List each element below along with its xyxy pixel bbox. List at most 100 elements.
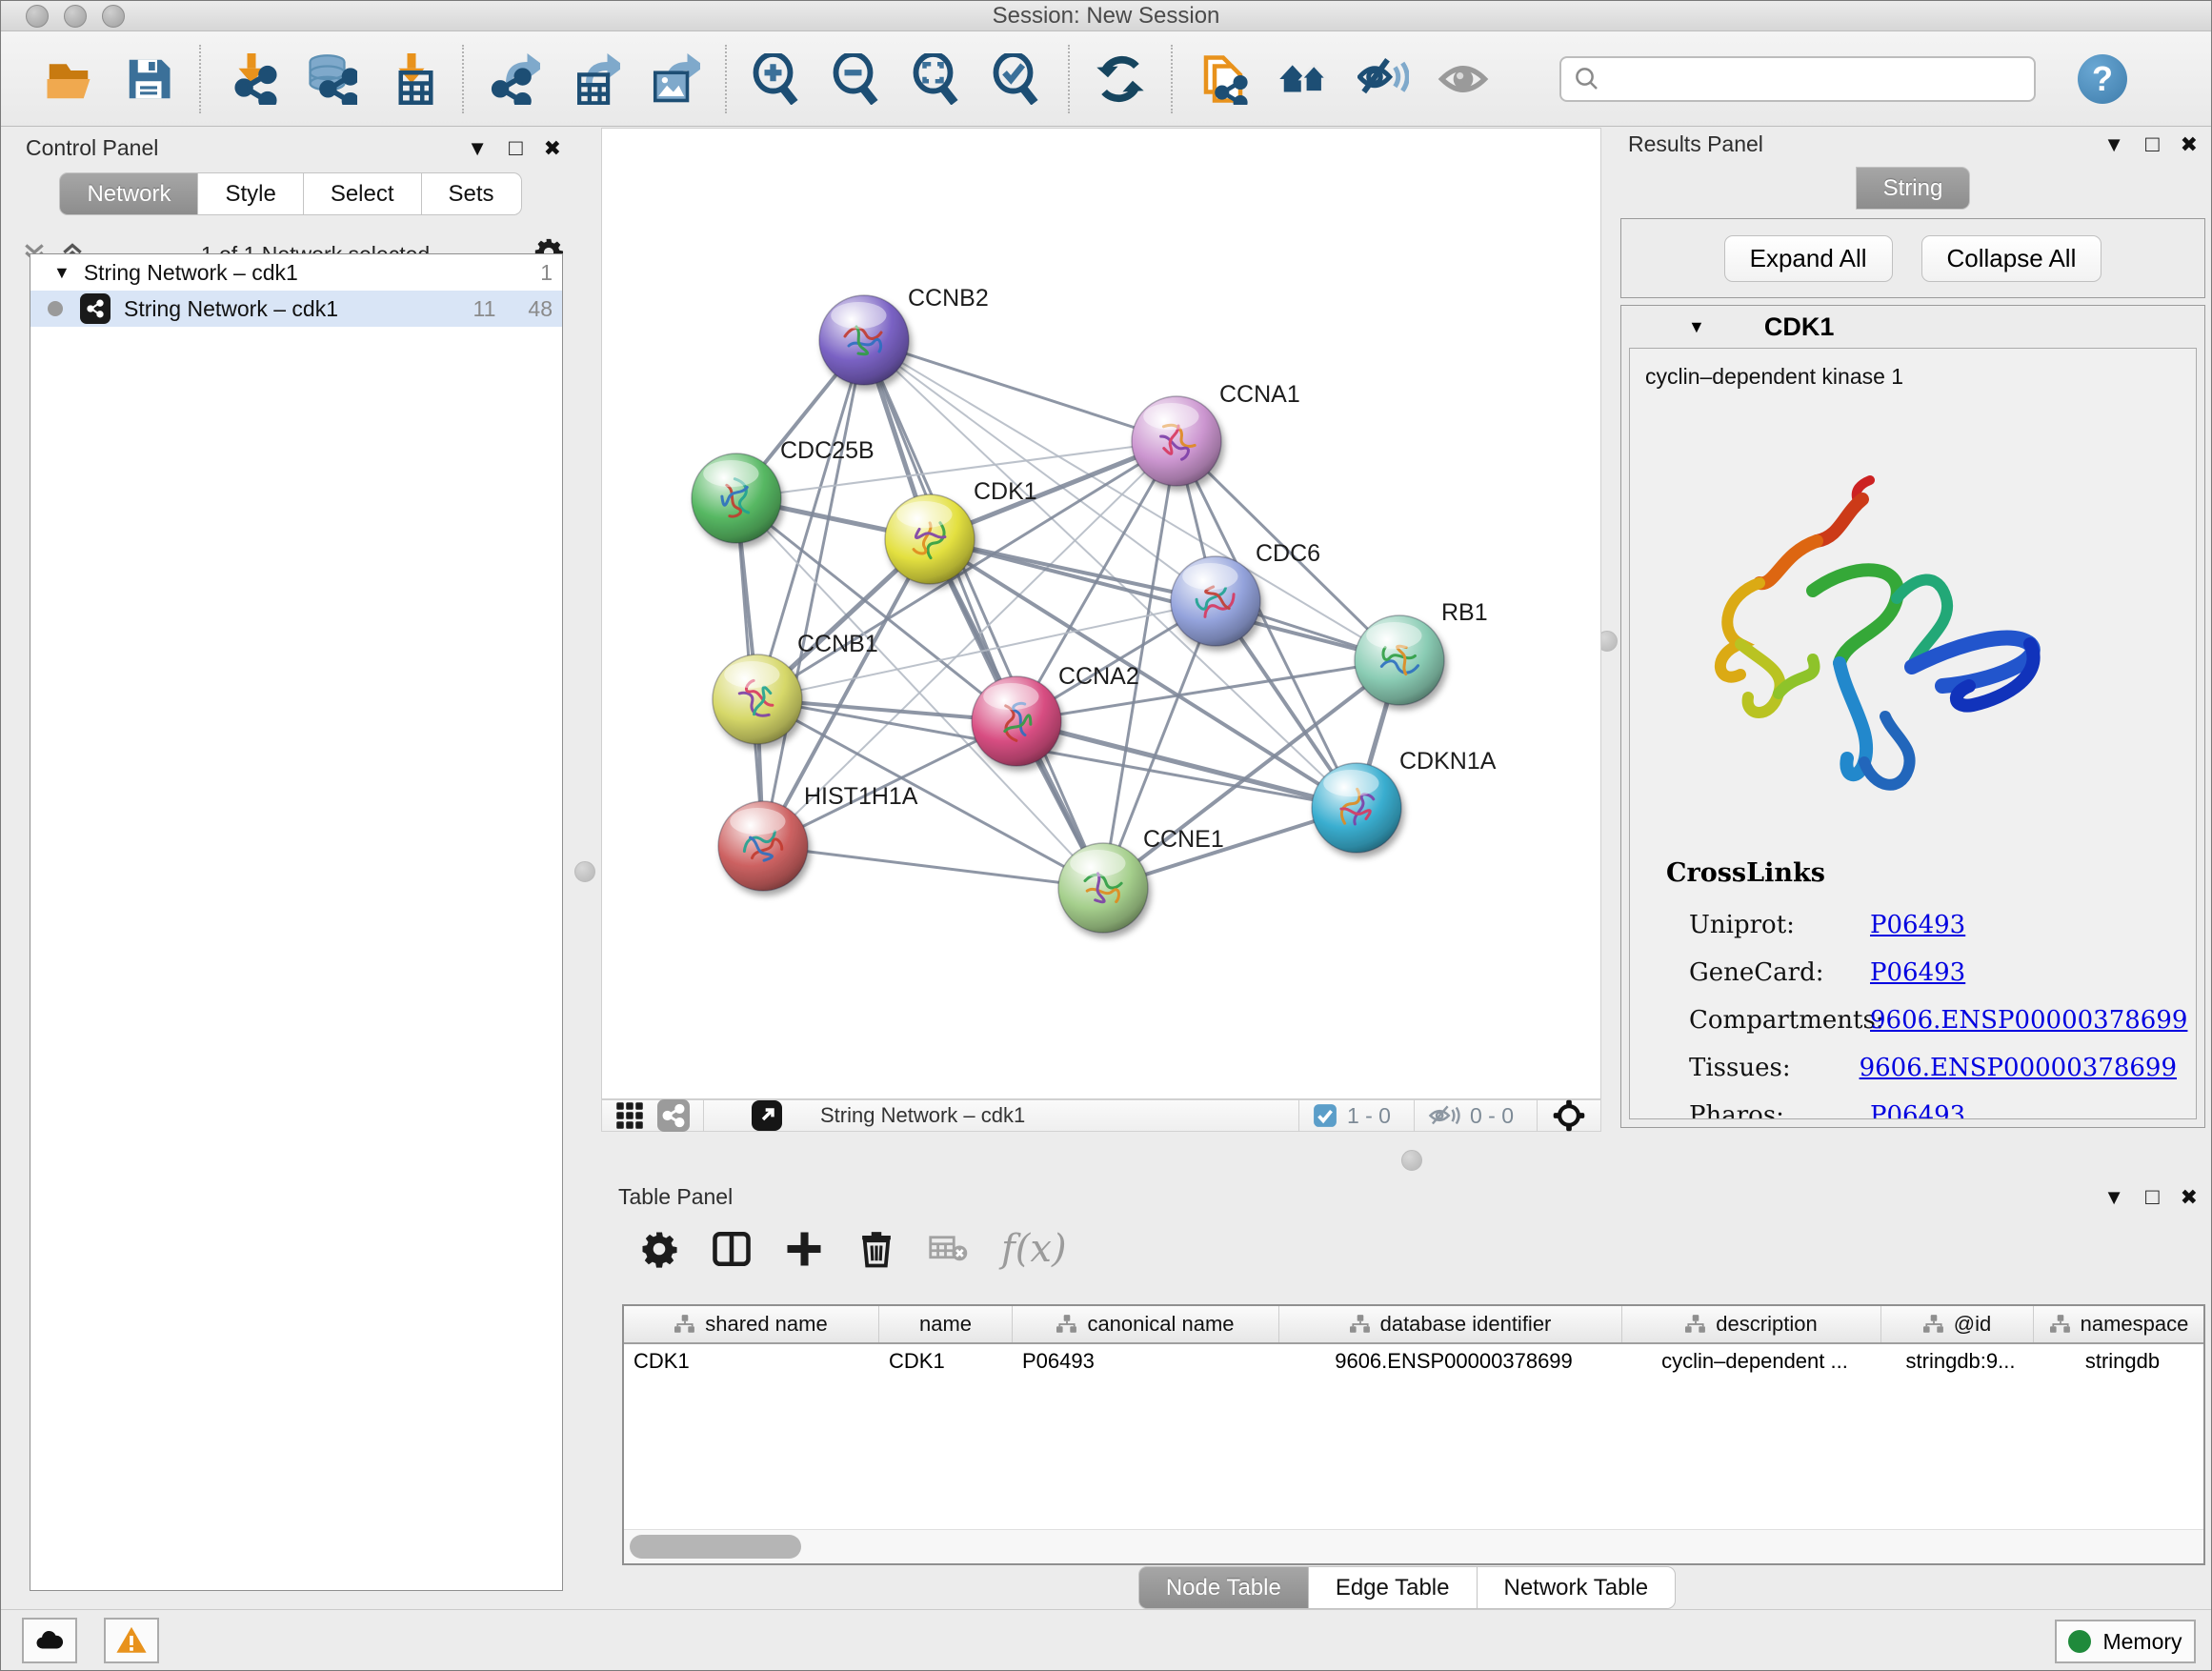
results-float-icon[interactable]: □: [2145, 133, 2160, 156]
crosslink-label: GeneCard:: [1689, 958, 1870, 987]
import-network-database-icon[interactable]: [304, 51, 359, 107]
node-label-CCNB2: CCNB2: [908, 285, 989, 312]
collection-label: String Network – cdk1: [84, 260, 540, 286]
tab-node-table[interactable]: Node Table: [1138, 1566, 1309, 1609]
edge-CCNB2-CCNA1[interactable]: [864, 340, 1176, 441]
zoom-out-icon[interactable]: [830, 51, 885, 107]
node-label-CDKN1A: CDKN1A: [1399, 748, 1497, 775]
tab-select[interactable]: Select: [304, 172, 422, 215]
column-header-namespace[interactable]: namespace: [2034, 1306, 2205, 1342]
crosslink-link[interactable]: P06493: [1870, 958, 1965, 987]
first-neighbors-icon[interactable]: [1276, 51, 1331, 107]
column-header-canonical-name[interactable]: canonical name: [1013, 1306, 1279, 1342]
node-description: cyclin–dependent kinase 1: [1645, 364, 2196, 390]
node-CCNA1[interactable]: CCNA1: [1132, 381, 1300, 486]
edge-HIST1H1A-CCNE1[interactable]: [763, 846, 1103, 888]
column-header-name[interactable]: name: [879, 1306, 1013, 1342]
crosslink-link[interactable]: 9606.ENSP00000378699: [1870, 1006, 2187, 1035]
edge-CDK1-RB1[interactable]: [930, 539, 1399, 660]
cloud-status-button[interactable]: [22, 1618, 77, 1663]
birds-eye-view-icon[interactable]: [1553, 1099, 1585, 1132]
crosslink-link[interactable]: P06493: [1870, 911, 1965, 939]
clone-network-icon[interactable]: [1196, 51, 1251, 107]
edge-CCNB2-HIST1H1A[interactable]: [763, 340, 864, 846]
panel-menu-icon[interactable]: ▼: [467, 138, 488, 159]
help-button[interactable]: ?: [2078, 54, 2127, 104]
hide-selected-icon[interactable]: [1356, 51, 1411, 107]
search-input[interactable]: [1611, 66, 2022, 92]
column-header-database-identifier[interactable]: database identifier: [1279, 1306, 1622, 1342]
edge-CCNA1-CCNB1[interactable]: [757, 441, 1176, 699]
column-header--id[interactable]: @id: [1881, 1306, 2034, 1342]
network-status-dot: [48, 301, 63, 316]
tab-network[interactable]: Network: [59, 172, 198, 215]
table-float-icon[interactable]: □: [2145, 1186, 2160, 1209]
search-box[interactable]: [1559, 56, 2036, 102]
collapse-all-button[interactable]: Collapse All: [1921, 235, 2102, 282]
zoom-fit-content-icon[interactable]: [910, 51, 965, 107]
network-edge-count: 48: [528, 296, 553, 322]
import-table-file-icon[interactable]: [384, 51, 439, 107]
open-session-icon[interactable]: [41, 51, 96, 107]
table-delete-row-icon[interactable]: [856, 1229, 896, 1269]
network-collection-row[interactable]: ▼ String Network – cdk1 1: [30, 254, 562, 291]
node-CCNB1[interactable]: CCNB1: [713, 631, 878, 744]
table-gear-icon[interactable]: [639, 1229, 679, 1269]
node-section-expand-icon[interactable]: ▼: [1688, 317, 1705, 337]
node-table: shared namenamecanonical namedatabase id…: [622, 1304, 2205, 1565]
tab-network-table[interactable]: Network Table: [1478, 1566, 1677, 1609]
memory-button[interactable]: Memory: [2055, 1620, 2196, 1663]
panel-close-icon[interactable]: ✖: [544, 138, 561, 159]
refresh-view-icon[interactable]: [1093, 51, 1148, 107]
selected-count: 1 - 0: [1347, 1103, 1391, 1129]
zoom-in-icon[interactable]: [750, 51, 805, 107]
left-splitter[interactable]: [573, 128, 597, 1610]
table-columns-icon[interactable]: [712, 1229, 752, 1269]
column-header-description[interactable]: description: [1622, 1306, 1881, 1342]
bottom-splitter-handle[interactable]: [1401, 1150, 1422, 1171]
crosslink-link[interactable]: P06493: [1870, 1101, 1965, 1119]
results-close-icon[interactable]: ✖: [2181, 134, 2198, 155]
node-CDC25B[interactable]: CDC25B: [692, 437, 875, 543]
column-header-shared-name[interactable]: shared name: [624, 1306, 879, 1342]
tab-string[interactable]: String: [1856, 167, 1971, 210]
export-network-icon[interactable]: [487, 51, 542, 107]
tab-edge-table[interactable]: Edge Table: [1309, 1566, 1478, 1609]
show-all-icon[interactable]: [1436, 51, 1491, 107]
panel-float-icon[interactable]: □: [509, 137, 523, 160]
crosslink-row: GeneCard:P06493: [1689, 949, 2177, 997]
export-image-icon[interactable]: [647, 51, 702, 107]
table-add-icon[interactable]: [784, 1229, 824, 1269]
table-row[interactable]: CDK1CDK1P064939606.ENSP00000378699cyclin…: [624, 1344, 2203, 1379]
node-RB1[interactable]: RB1: [1355, 599, 1488, 705]
string-network-graph[interactable]: CCNB2 CCNA1 CDC25B CDK1: [602, 129, 1600, 1098]
network-canvas[interactable]: CCNB2 CCNA1 CDC25B CDK1: [601, 128, 1601, 1099]
tab-style[interactable]: Style: [198, 172, 303, 215]
results-menu-icon[interactable]: ▼: [2103, 134, 2124, 155]
network-row[interactable]: String Network – cdk1 11 48: [30, 291, 562, 327]
table-close-icon[interactable]: ✖: [2181, 1187, 2198, 1208]
open-in-new-window-icon[interactable]: [752, 1100, 782, 1131]
table-type-tabs: Node TableEdge TableNetwork Table: [601, 1566, 2212, 1609]
node-CDK1[interactable]: CDK1: [885, 478, 1037, 584]
table-menu-icon[interactable]: ▼: [2103, 1187, 2124, 1208]
save-session-icon[interactable]: [121, 51, 176, 107]
horizontal-scrollbar[interactable]: [624, 1529, 2203, 1563]
import-network-file-icon[interactable]: [224, 51, 279, 107]
tab-sets[interactable]: Sets: [422, 172, 522, 215]
network-share-icon[interactable]: [657, 1099, 690, 1132]
zoom-selected-icon[interactable]: [990, 51, 1045, 107]
grid-view-icon[interactable]: [615, 1101, 644, 1130]
table-body: CDK1CDK1P064939606.ENSP00000378699cyclin…: [624, 1344, 2203, 1379]
crosslink-link[interactable]: 9606.ENSP00000378699: [1860, 1054, 2177, 1082]
node-CDKN1A[interactable]: CDKN1A: [1312, 748, 1497, 853]
collection-expand-icon[interactable]: ▼: [53, 263, 70, 283]
selected-nodes-checkbox-icon[interactable]: [1313, 1103, 1337, 1128]
expand-all-button[interactable]: Expand All: [1724, 235, 1893, 282]
horizontal-scrollbar-thumb[interactable]: [630, 1535, 801, 1559]
export-table-icon[interactable]: [567, 51, 622, 107]
left-splitter-handle[interactable]: [574, 861, 595, 882]
warnings-button[interactable]: [104, 1618, 159, 1663]
node-CDC6[interactable]: CDC6: [1171, 540, 1320, 646]
node-HIST1H1A[interactable]: HIST1H1A: [718, 783, 918, 891]
